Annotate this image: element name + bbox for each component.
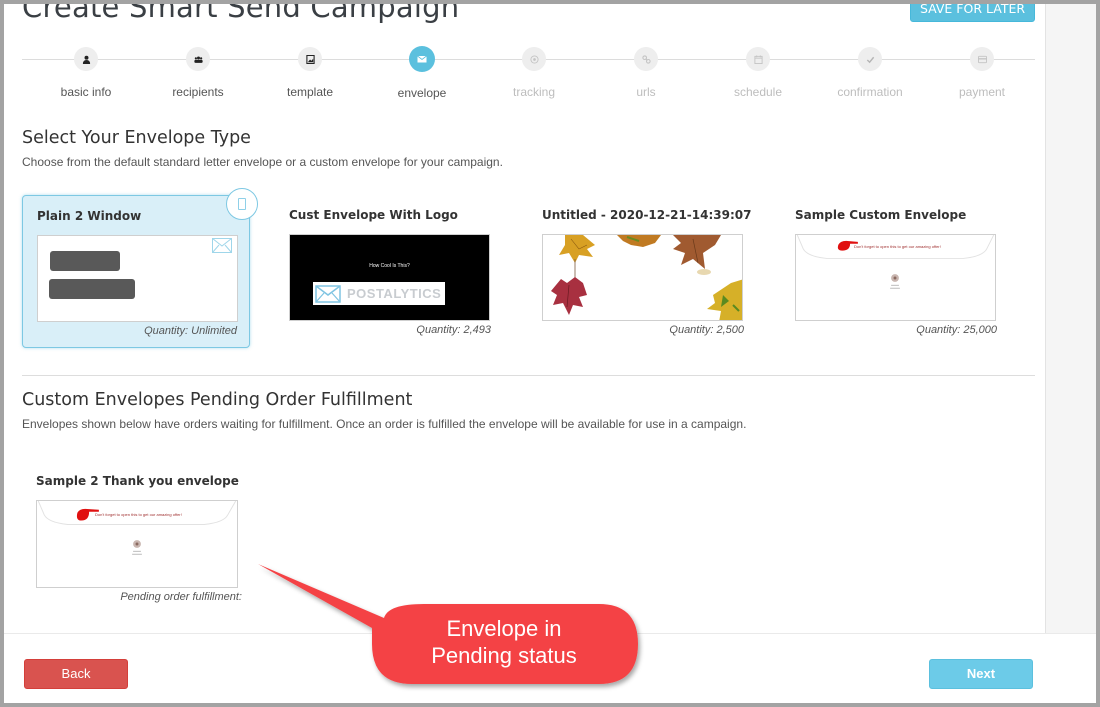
page-title: Create Smart Send Campaign: [22, 4, 460, 24]
step-label: envelope: [397, 86, 447, 100]
envelope-name: Untitled - 2020-12-21-14:39:07: [542, 208, 752, 222]
envelope-icon: [409, 46, 435, 72]
pending-description: Envelopes shown below have orders waitin…: [22, 417, 747, 431]
step-basic-info[interactable]: basic info: [30, 46, 142, 99]
envelope-type-heading: Select Your Envelope Type: [22, 128, 251, 148]
pending-heading: Custom Envelopes Pending Order Fulfillme…: [22, 390, 413, 410]
step-label: template: [286, 85, 334, 99]
logo-text: POSTALYTICS: [347, 286, 442, 301]
back-button[interactable]: Back: [24, 659, 128, 689]
step-label: tracking: [512, 85, 556, 99]
users-icon: [186, 47, 210, 71]
envelope-thumbnail: Don't forget to open this to get our ama…: [36, 500, 238, 588]
callout-line-1: Envelope in: [446, 616, 562, 641]
envelope-thumbnail: [37, 235, 238, 322]
section-divider: [22, 375, 1035, 376]
progress-stepper: basic info recipients template envelope: [22, 46, 1035, 106]
step-label: urls: [636, 85, 656, 99]
callout-line-2: Pending status: [431, 643, 577, 668]
pending-status: Pending order fulfillment:: [120, 591, 242, 603]
step-envelope[interactable]: envelope: [366, 46, 478, 100]
callout-text: Envelope in Pending status: [372, 615, 636, 669]
step-schedule[interactable]: schedule: [702, 46, 814, 99]
envelope-quantity: Quantity: 2,493: [416, 324, 491, 336]
autumn-leaves-image: [551, 235, 742, 320]
step-tracking[interactable]: tracking: [478, 46, 590, 99]
address-window-1: [50, 251, 120, 271]
image-file-icon: [298, 47, 322, 71]
envelope-thumbnail: How Cool Is This? POSTALYTICS: [289, 234, 490, 321]
step-label: basic info: [60, 85, 112, 99]
envelope-name: Sample Custom Envelope: [795, 208, 967, 222]
right-gutter: [1045, 4, 1096, 633]
thumbnail-text: Don't forget to open this to get our ama…: [854, 244, 941, 249]
envelope-name: Sample 2 Thank you envelope: [36, 474, 239, 488]
user-icon: [74, 47, 98, 71]
link-icon: [634, 47, 658, 71]
app-window: Create Smart Send Campaign SAVE FOR LATE…: [4, 4, 1096, 703]
thumbnail-text: Don't forget to open this to get our ama…: [95, 512, 182, 517]
envelope-quantity: Quantity: 2,500: [669, 324, 744, 336]
step-label: schedule: [733, 85, 783, 99]
selected-indicator-icon[interactable]: [226, 188, 258, 220]
step-payment[interactable]: payment: [926, 46, 1038, 99]
envelope-thumbnail: [542, 234, 743, 321]
thumbnail-text: How Cool Is This?: [369, 263, 410, 269]
calendar-icon: [746, 47, 770, 71]
save-for-later-button[interactable]: SAVE FOR LATER: [910, 4, 1035, 22]
postalytics-logo: POSTALYTICS: [313, 282, 445, 305]
envelope-name: Cust Envelope With Logo: [289, 208, 458, 222]
step-label: recipients: [172, 85, 224, 99]
step-label: confirmation: [837, 85, 903, 99]
envelope-card-untitled[interactable]: Untitled - 2020-12-21-14:39:07 Quantity:…: [528, 195, 756, 348]
envelope-icon: [212, 238, 232, 253]
pending-envelope-card: Sample 2 Thank you envelope Don't forget…: [22, 462, 250, 612]
envelope-thumbnail: Don't forget to open this to get our ama…: [795, 234, 996, 321]
envelope-card-sample-custom-envelope[interactable]: Sample Custom Envelope Don't forget to o…: [781, 195, 1009, 348]
address-window-2: [49, 279, 135, 299]
step-template[interactable]: template: [254, 46, 366, 99]
step-label: payment: [958, 85, 1006, 99]
credit-card-icon: [970, 47, 994, 71]
envelope-card-cust-envelope-with-logo[interactable]: Cust Envelope With Logo How Cool Is This…: [275, 195, 503, 348]
step-confirmation[interactable]: confirmation: [814, 46, 926, 99]
target-icon: [522, 47, 546, 71]
envelope-name: Plain 2 Window: [37, 209, 142, 223]
envelope-logo-icon: [315, 284, 341, 303]
envelope-quantity: Quantity: Unlimited: [144, 325, 237, 337]
next-button[interactable]: Next: [929, 659, 1033, 689]
envelope-quantity: Quantity: 25,000: [916, 324, 997, 336]
step-urls[interactable]: urls: [590, 46, 702, 99]
step-recipients[interactable]: recipients: [142, 46, 254, 99]
check-icon: [858, 47, 882, 71]
envelope-card-plain-2-window[interactable]: Plain 2 Window Quantity: Unlimited: [22, 188, 258, 348]
envelope-type-description: Choose from the default standard letter …: [22, 155, 503, 169]
